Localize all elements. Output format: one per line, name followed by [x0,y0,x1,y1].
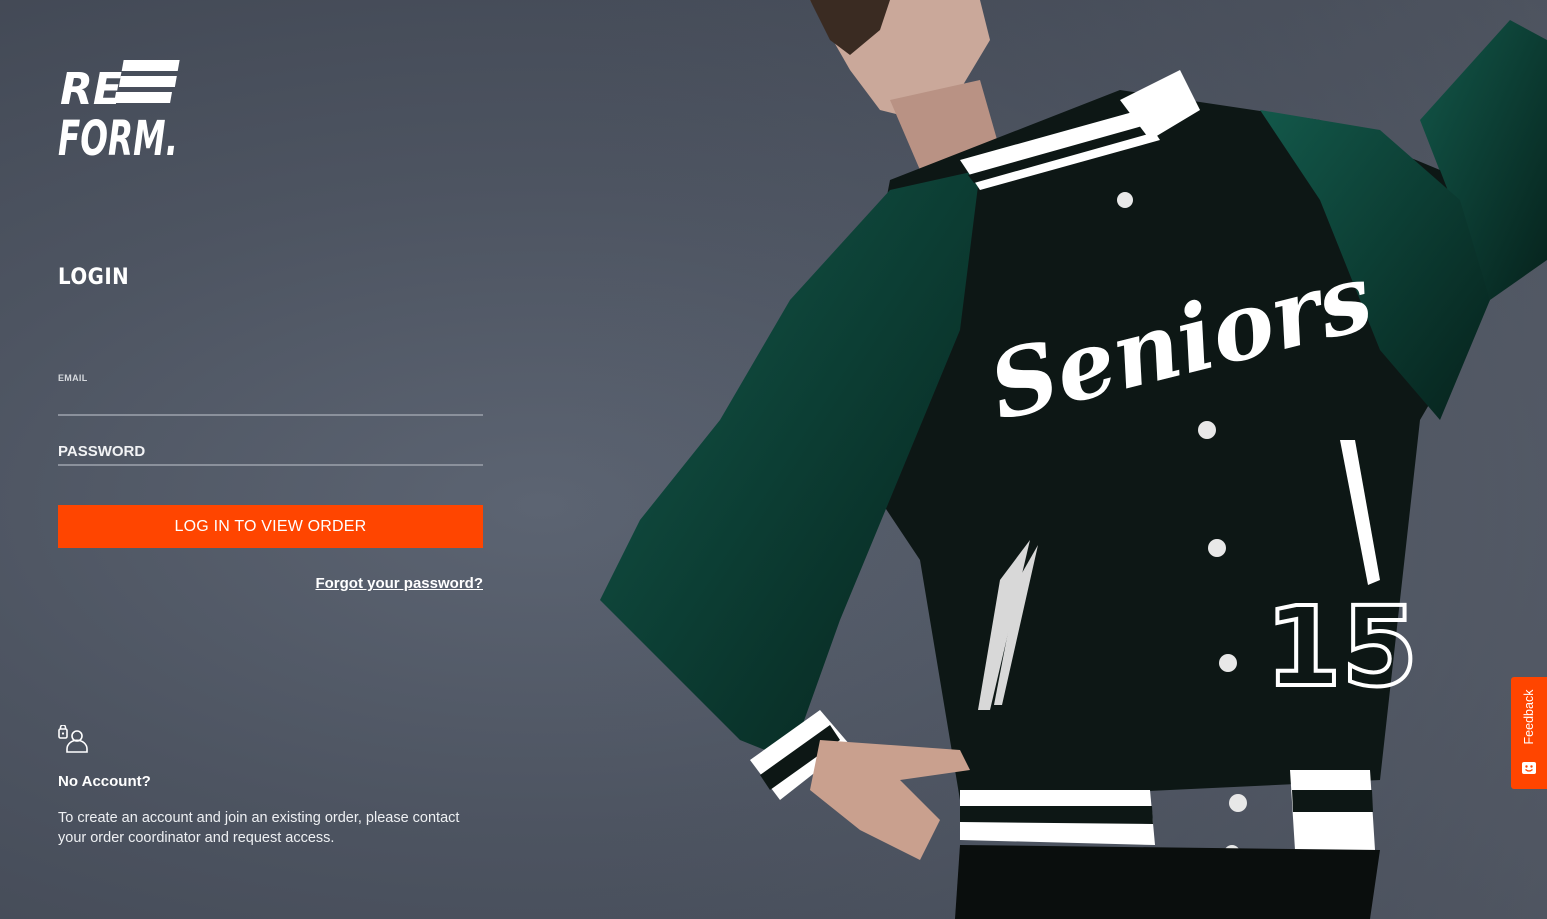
password-input[interactable] [58,442,483,464]
login-title: LOGIN [58,265,130,290]
account-lock-icon [58,724,88,753]
login-page: Seniors 15 RE FORM. LOGIN EMAIL PASSWORD… [0,0,1547,919]
no-account-title: No Account? [58,773,151,790]
email-field[interactable]: EMAIL [58,370,483,416]
email-input[interactable] [58,392,483,414]
feedback-tab[interactable]: Feedback [1511,677,1547,789]
reform-logo: RE FORM. [58,58,182,167]
login-button[interactable]: LOG IN TO VIEW ORDER [58,505,483,548]
feedback-label: Feedback [1522,689,1536,745]
email-label: EMAIL [58,373,88,383]
logo-line-2: FORM. [58,111,178,158]
forgot-password-link[interactable]: Forgot your password? [315,575,483,592]
no-account-text: To create an account and join an existin… [58,810,460,846]
hero-image: Seniors 15 [560,0,1547,919]
jacket-number: 15 [1265,583,1418,711]
password-field[interactable]: PASSWORD [58,440,483,466]
feedback-face-icon [1521,760,1537,776]
logo-line-1: RE [60,64,122,115]
